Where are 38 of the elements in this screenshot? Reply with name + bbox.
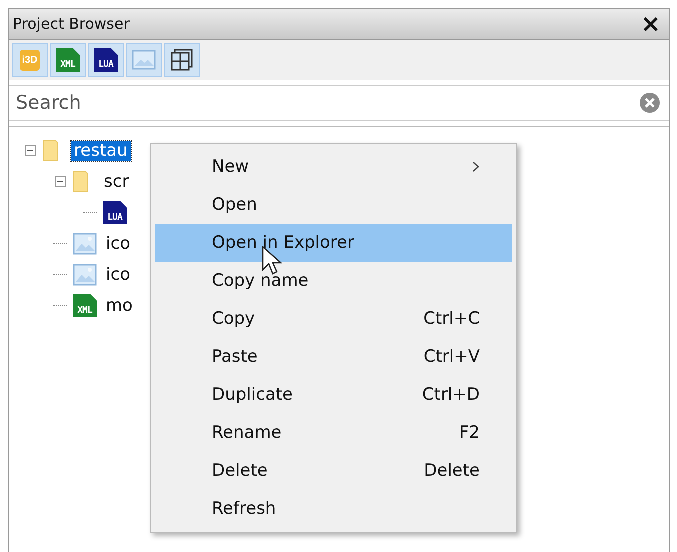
lua-file-icon: LUA [103, 200, 127, 224]
tree-connector-line [83, 212, 97, 213]
tree-item[interactable]: scr [101, 172, 132, 192]
toolbar-button[interactable]: LUA [88, 43, 124, 77]
menu-item[interactable]: Rename F2 [155, 414, 512, 452]
shortcut-label: Ctrl+D [422, 385, 480, 405]
clear-icon[interactable] [639, 92, 661, 114]
image-icon [73, 264, 97, 286]
close-button[interactable]: × [640, 12, 661, 36]
tree-item[interactable]: ico [103, 234, 134, 254]
menu-item[interactable]: Copy name [155, 262, 512, 300]
tree-item[interactable]: ico [103, 264, 134, 284]
menu-item[interactable]: New [155, 148, 512, 186]
collapse-toggle[interactable] [53, 176, 67, 187]
toolbar-button[interactable] [164, 43, 200, 77]
toolbar-button[interactable]: XML [50, 43, 86, 77]
xml-file-icon: XML [73, 294, 97, 318]
menu-item[interactable]: Refresh [155, 490, 512, 528]
menu-item[interactable]: Paste Ctrl+V [155, 338, 512, 376]
shortcut-label: F2 [459, 423, 480, 443]
shortcut-label: Ctrl+V [424, 347, 480, 367]
tree-item[interactable]: mo [103, 296, 136, 316]
tree-item[interactable]: restau [71, 140, 131, 160]
tree-connector-line [53, 305, 67, 306]
mouse-pointer-icon [262, 246, 282, 276]
menu-item[interactable]: Open in Explorer [155, 224, 512, 262]
menu-item[interactable]: Duplicate Ctrl+D [155, 376, 512, 414]
menu-item[interactable]: Delete Delete [155, 452, 512, 490]
image-icon [73, 232, 97, 254]
panel-title: Project Browser [13, 15, 130, 33]
tree-connector-line [53, 274, 67, 275]
shortcut-label: Ctrl+C [424, 309, 480, 329]
shortcut-label: Delete [424, 461, 480, 481]
search-field[interactable]: Search [14, 91, 639, 115]
menu-item[interactable]: Copy Ctrl+C [155, 300, 512, 338]
tree-connector-line [53, 243, 67, 244]
menu-item[interactable]: Open [155, 186, 512, 224]
collapse-toggle[interactable] [23, 145, 37, 156]
